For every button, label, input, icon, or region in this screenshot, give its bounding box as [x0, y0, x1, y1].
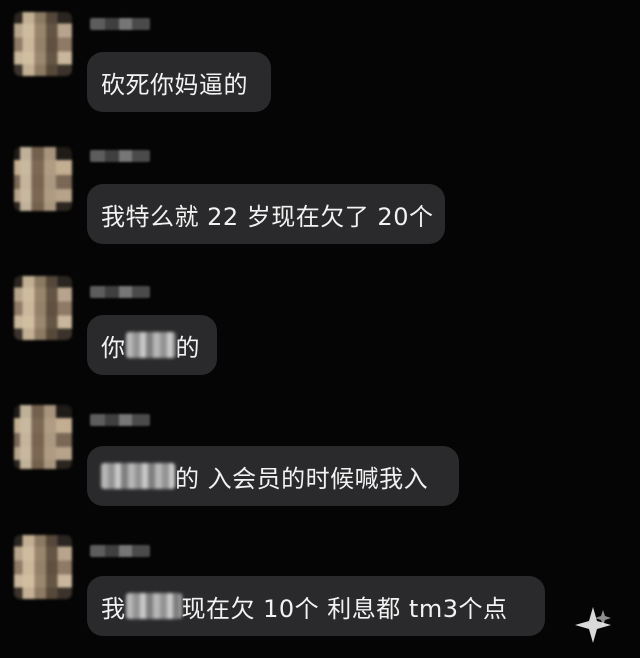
sender-name	[90, 286, 150, 298]
avatar[interactable]	[14, 147, 72, 211]
sender-name	[90, 150, 150, 162]
sender-name	[90, 545, 150, 557]
message-bubble[interactable]: 砍死你妈逼的	[87, 52, 271, 112]
sender-name	[90, 18, 150, 30]
message-bubble[interactable]: 我 现在欠 10个 利息都 tm3个点	[87, 576, 545, 636]
redaction-mosaic	[125, 332, 176, 358]
message-text: 我特么就 22 岁现在欠了 20个	[101, 202, 434, 231]
redaction-mosaic	[101, 463, 175, 489]
chat-thread: 砍死你妈逼的 我特么就 22 岁现在欠了 20个 你 的 的 入会员的时候喊我入	[0, 0, 640, 658]
message-text: 的 入会员的时候喊我入	[175, 464, 429, 493]
avatar[interactable]	[14, 405, 72, 469]
avatar[interactable]	[14, 535, 72, 599]
redaction-mosaic	[125, 593, 182, 619]
avatar[interactable]	[14, 276, 72, 340]
message-text: 的	[175, 333, 200, 362]
sender-name	[90, 414, 150, 426]
message-bubble[interactable]: 的 入会员的时候喊我入	[87, 446, 459, 506]
message-bubble[interactable]: 你 的	[87, 315, 217, 375]
message-text: 砍死你妈逼的	[101, 70, 248, 99]
avatar[interactable]	[14, 12, 72, 76]
message-text: 现在欠 10个 利息都 tm3个点	[181, 594, 508, 623]
message-text: 你	[101, 333, 126, 362]
message-bubble[interactable]: 我特么就 22 岁现在欠了 20个	[87, 184, 445, 244]
sparkle-logo-icon	[572, 604, 614, 646]
message-text: 我	[101, 594, 126, 623]
